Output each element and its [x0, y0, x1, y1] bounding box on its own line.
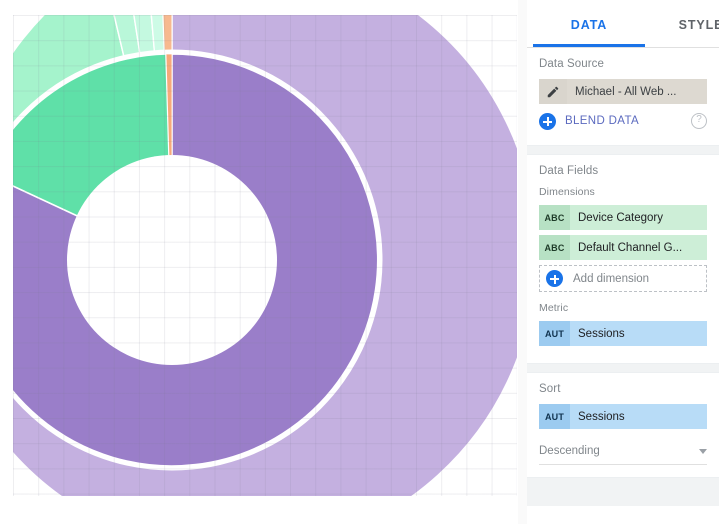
properties-panel: DATA STYLE Data Source Michael - All Web… — [527, 0, 719, 506]
add-dimension-label: Add dimension — [573, 272, 650, 285]
data-source-name[interactable]: Michael - All Web ... — [567, 79, 707, 104]
data-source-card: Data Source Michael - All Web ... BLEND … — [527, 48, 719, 146]
data-source-row[interactable]: Michael - All Web ... — [539, 79, 707, 104]
blend-data-row[interactable]: BLEND DATA ? — [539, 109, 707, 133]
chevron-down-icon[interactable] — [699, 448, 707, 454]
metric-name[interactable]: Sessions — [570, 321, 707, 346]
dimension-chip-default-channel-grouping[interactable]: ABC Default Channel G... — [539, 235, 707, 260]
multi-level-donut-chart[interactable] — [13, 15, 517, 496]
panel-scrollbar-track[interactable] — [518, 0, 527, 524]
sort-card: Sort AUT Sessions Descending — [527, 372, 719, 478]
field-type-icon: ABC — [539, 235, 570, 260]
field-type-icon: AUT — [539, 321, 570, 346]
metric-label: Metric — [539, 302, 569, 314]
active-tab-indicator — [533, 44, 645, 47]
pencil-icon[interactable] — [539, 79, 567, 104]
field-type-icon: AUT — [539, 404, 570, 429]
plus-circle-icon — [546, 270, 563, 287]
data-fields-card: Data Fields Dimensions ABC Device Catego… — [527, 154, 719, 364]
dimension-name[interactable]: Default Channel G... — [570, 235, 707, 260]
data-source-section-label: Data Source — [539, 58, 605, 70]
blend-data-label[interactable]: BLEND DATA — [565, 115, 639, 127]
plus-circle-icon[interactable] — [539, 112, 556, 130]
dimension-chip-device-category[interactable]: ABC Device Category — [539, 205, 707, 230]
sort-section-label: Sort — [539, 383, 561, 395]
data-fields-section-label: Data Fields — [539, 165, 599, 177]
metric-chip-sessions[interactable]: AUT Sessions — [539, 321, 707, 346]
sort-direction-value: Descending — [539, 445, 600, 457]
chart-canvas[interactable] — [13, 15, 517, 496]
donut-hole — [67, 155, 277, 365]
add-dimension-button[interactable]: Add dimension — [539, 265, 707, 292]
panel-tabs: DATA STYLE — [527, 0, 719, 48]
app-root: DATA STYLE Data Source Michael - All Web… — [0, 0, 719, 524]
dimension-name[interactable]: Device Category — [570, 205, 707, 230]
sort-chip-sessions[interactable]: AUT Sessions — [539, 404, 707, 429]
tab-data[interactable]: DATA — [533, 0, 645, 46]
sort-field-name[interactable]: Sessions — [570, 404, 707, 429]
help-circle-icon[interactable]: ? — [691, 113, 707, 129]
sort-direction-select[interactable]: Descending — [539, 438, 707, 465]
field-type-icon: ABC — [539, 205, 570, 230]
dimensions-label: Dimensions — [539, 186, 595, 198]
tab-style[interactable]: STYLE — [645, 0, 719, 46]
